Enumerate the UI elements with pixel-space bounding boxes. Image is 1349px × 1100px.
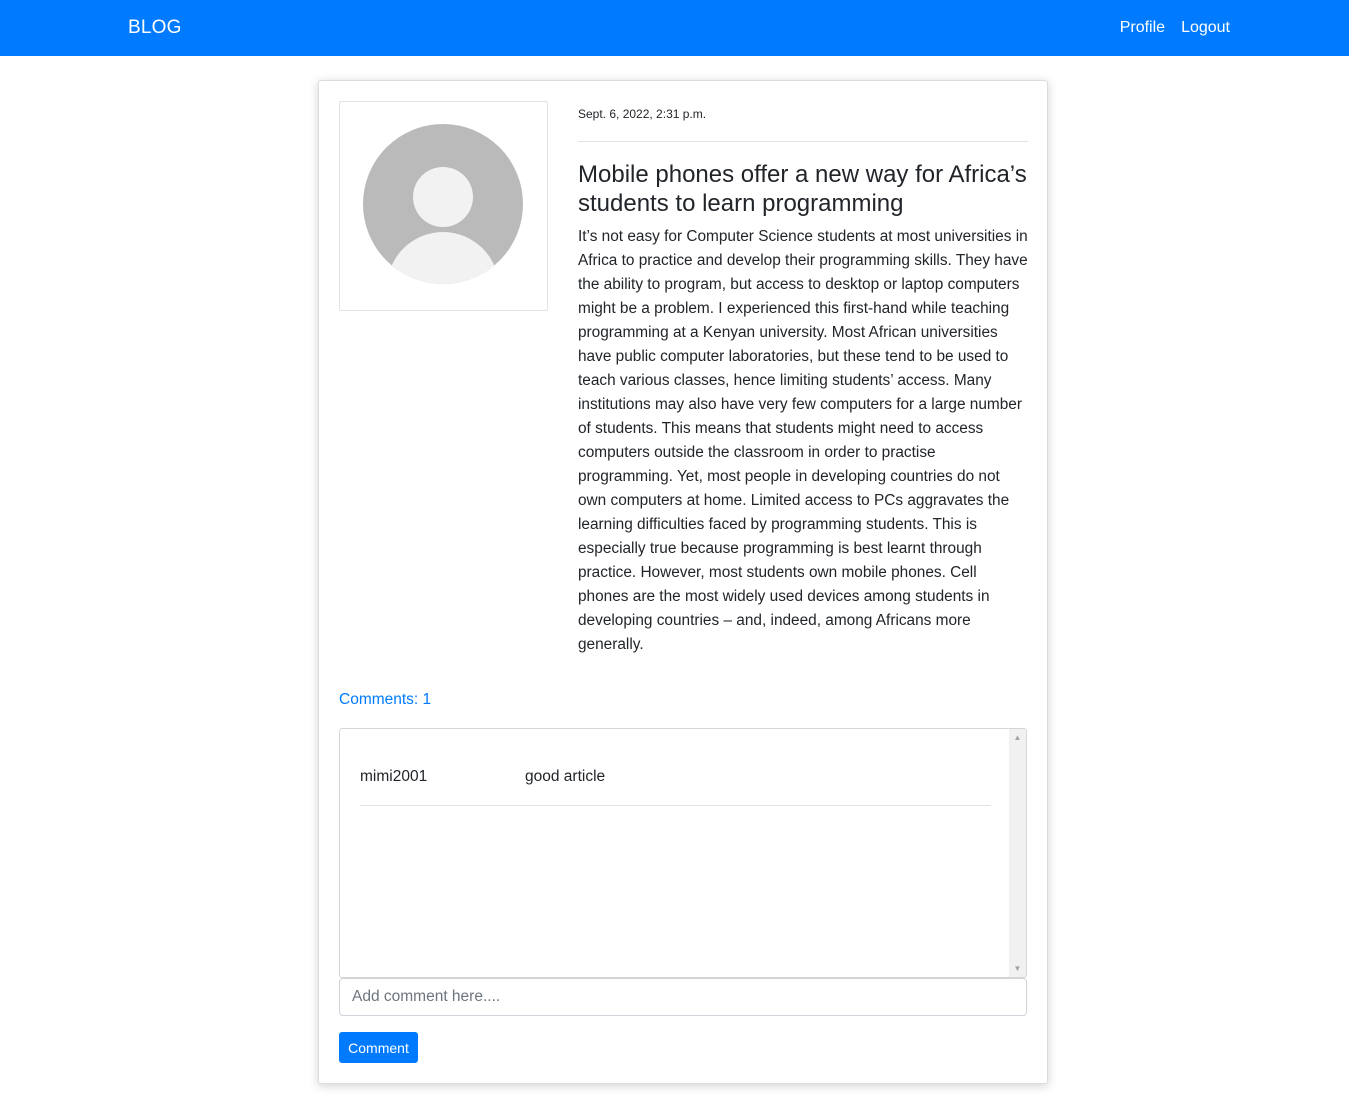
comments-scrollbar[interactable]: ▲ ▼ bbox=[1009, 729, 1026, 977]
nav-profile-link[interactable]: Profile bbox=[1120, 19, 1165, 37]
comment-text: good article bbox=[525, 768, 606, 785]
top-navbar: BLOG Profile Logout bbox=[0, 0, 1349, 56]
comment-submit-button[interactable]: Comment bbox=[339, 1032, 418, 1063]
scroll-up-arrow-icon[interactable]: ▲ bbox=[1009, 729, 1026, 746]
comment-input[interactable] bbox=[339, 978, 1027, 1016]
post-date: Sept. 6, 2022, 2:31 p.m. bbox=[578, 107, 707, 121]
post-card: Sept. 6, 2022, 2:31 p.m. Mobile phones o… bbox=[318, 80, 1048, 1084]
post-title: Mobile phones offer a new way for Africa… bbox=[578, 161, 1027, 217]
scroll-down-arrow-icon[interactable]: ▼ bbox=[1009, 960, 1026, 977]
comment-author: mimi2001 bbox=[360, 768, 428, 785]
nav-logout-link[interactable]: Logout bbox=[1181, 19, 1230, 37]
post-body: It’s not easy for Computer Science stude… bbox=[578, 228, 1028, 653]
author-avatar bbox=[339, 101, 548, 311]
user-avatar-icon bbox=[363, 124, 523, 284]
meta-divider bbox=[578, 141, 1028, 142]
nav-links: Profile Logout bbox=[1120, 19, 1230, 37]
comment-item: mimi2001 good article bbox=[360, 729, 991, 806]
comments-list[interactable]: mimi2001 good article ▲ ▼ bbox=[339, 728, 1027, 978]
brand-logo-link[interactable]: BLOG bbox=[128, 17, 182, 39]
comments-count-link[interactable]: Comments: 1 bbox=[339, 691, 431, 709]
